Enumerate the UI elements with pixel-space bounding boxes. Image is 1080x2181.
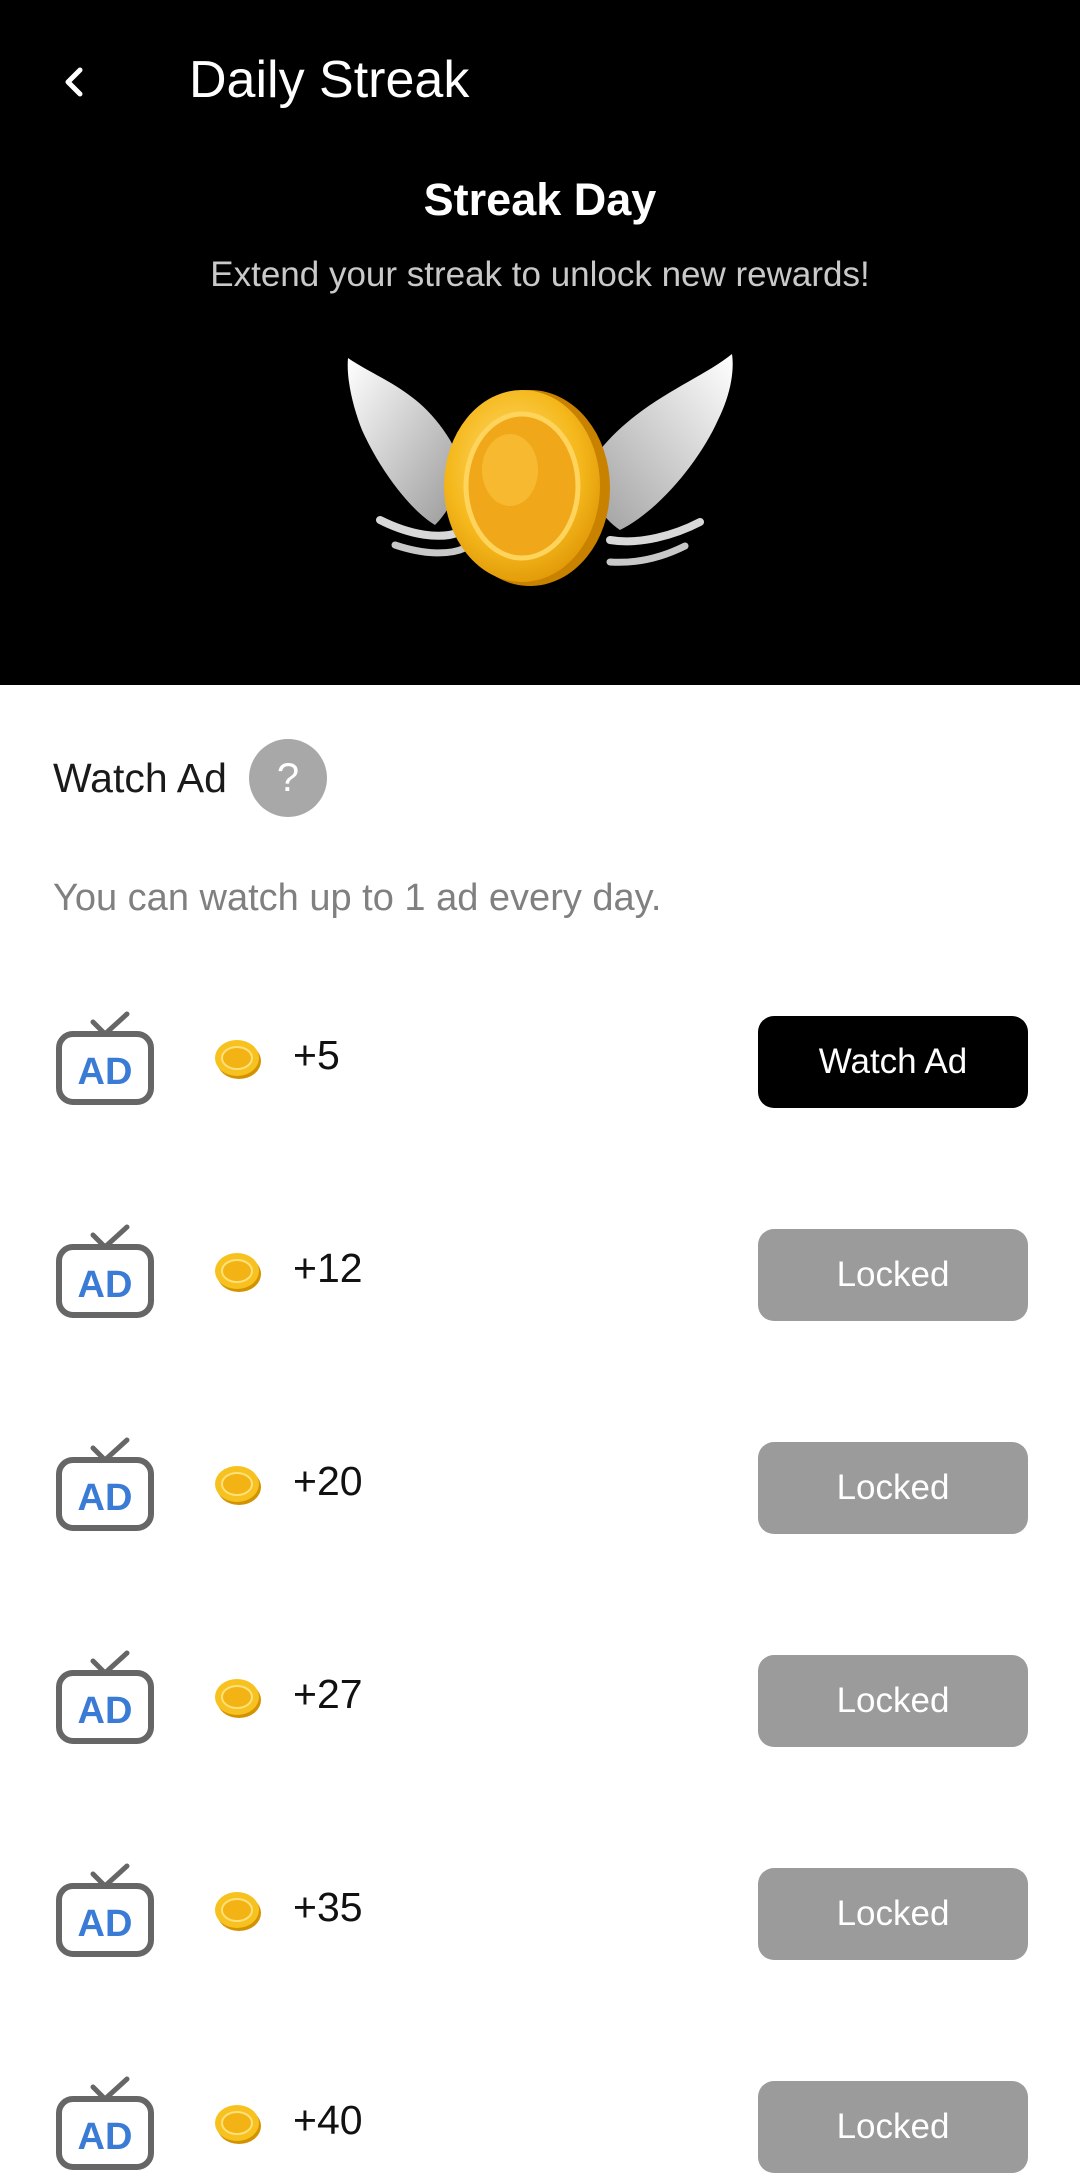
page-title: Daily Streak xyxy=(189,51,470,109)
coin-icon xyxy=(215,1679,261,1718)
reward-row: AD +35 Locked xyxy=(0,1858,1080,1968)
reward-row: AD +12 Locked xyxy=(0,1219,1080,1329)
ad-tv-icon: AD xyxy=(56,1011,154,1105)
reward-row: AD +5 Watch Ad xyxy=(0,1006,1080,1116)
coin-icon xyxy=(215,2105,261,2144)
help-icon: ? xyxy=(276,755,300,800)
watch-ad-title: Watch Ad xyxy=(53,754,227,801)
streak-title: Streak Day xyxy=(423,174,657,225)
hero-banner: Daily Streak Streak Day Extend your stre… xyxy=(0,0,1080,685)
ad-tv-icon: AD xyxy=(56,2076,154,2170)
reward-amount: +27 xyxy=(293,1671,363,1717)
svg-text:AD: AD xyxy=(78,1690,133,1732)
winged-coin-image xyxy=(347,354,733,586)
coin-icon xyxy=(215,1892,261,1931)
reward-button-label: Locked xyxy=(836,2107,950,2146)
locked-button[interactable]: Locked xyxy=(758,1655,1028,1747)
locked-button[interactable]: Locked xyxy=(758,1442,1028,1534)
watch-ad-header: Watch Ad ? xyxy=(53,738,327,818)
svg-text:AD: AD xyxy=(78,2116,133,2158)
reward-amount: +35 xyxy=(293,1884,363,1930)
svg-text:AD: AD xyxy=(78,1051,133,1093)
locked-button[interactable]: Locked xyxy=(758,1229,1028,1321)
ad-tv-icon: AD xyxy=(56,1863,154,1957)
reward-button-label: Locked xyxy=(836,1894,950,1933)
coin-icon xyxy=(215,1040,261,1079)
svg-text:AD: AD xyxy=(78,1477,133,1519)
chevron-left-icon xyxy=(65,67,83,97)
back-button[interactable] xyxy=(40,48,108,116)
help-button[interactable]: ? xyxy=(248,739,327,817)
reward-button-label: Locked xyxy=(836,1255,950,1294)
svg-text:AD: AD xyxy=(78,1903,133,1945)
reward-amount: +20 xyxy=(293,1458,363,1504)
ad-tv-icon: AD xyxy=(56,1650,154,1744)
reward-amount: +5 xyxy=(293,1032,340,1078)
ad-limit-text: You can watch up to 1 ad every day. xyxy=(53,877,662,919)
reward-row: AD +20 Locked xyxy=(0,1432,1080,1542)
coin-icon xyxy=(215,1253,261,1292)
reward-button-label: Watch Ad xyxy=(818,1042,968,1081)
reward-button-label: Locked xyxy=(836,1468,950,1507)
reward-row: AD +40 Locked xyxy=(0,2071,1080,2181)
ad-tv-icon: AD xyxy=(56,1437,154,1531)
locked-button[interactable]: Locked xyxy=(758,2081,1028,2173)
locked-button[interactable]: Locked xyxy=(758,1868,1028,1960)
reward-amount: +12 xyxy=(293,1245,363,1291)
ad-tv-icon: AD xyxy=(56,1224,154,1318)
reward-row: AD +27 Locked xyxy=(0,1645,1080,1755)
streak-subtitle: Extend your streak to unlock new rewards… xyxy=(210,255,870,294)
watch-ad-button[interactable]: Watch Ad xyxy=(758,1016,1028,1108)
coin-icon xyxy=(215,1466,261,1505)
reward-button-label: Locked xyxy=(836,1681,950,1720)
svg-text:AD: AD xyxy=(78,1264,133,1306)
